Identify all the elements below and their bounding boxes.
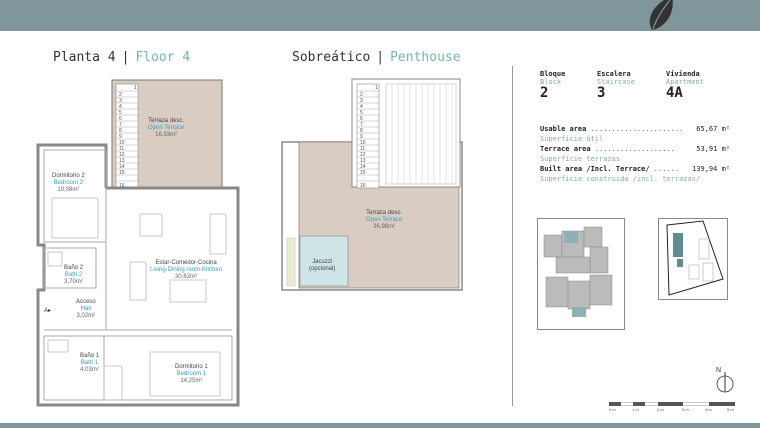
- scale-label-1: 1 m: [632, 407, 639, 412]
- block-info: Bloque Block 2: [540, 70, 566, 101]
- room-terrace-penthouse: Terraza desc. Open Terrace 36,98m²: [366, 210, 403, 230]
- room-hall: Acceso Hall 3,02m²: [76, 299, 96, 319]
- scale-bar: [609, 402, 735, 406]
- scale-label-2: 2 m: [657, 407, 664, 412]
- scale-label-4: 4 m: [705, 407, 712, 412]
- room-bedroom2: Dormitorio 2 Bedroom 2 10,08m²: [52, 173, 85, 193]
- building-key-plan: [537, 218, 625, 330]
- built-area-sub: Superficie construida /incl. terrazas/: [540, 175, 701, 183]
- usable-area-row: Usable area ...................... 65,67 …: [540, 125, 730, 133]
- built-area-row: Built area /Incl. Terrace/ ...... 139,94 …: [540, 165, 730, 173]
- room-terrace-floor4: Terraza desc. Open Terrace 16,93m²: [148, 118, 185, 138]
- staircase-info: Escalera Staircase 3: [597, 70, 635, 101]
- room-bath2: Baño 2 Bath 2 3,70m²: [64, 265, 84, 285]
- terrace-area-row: Terrace area ................... 53,91 m²: [540, 145, 730, 153]
- panel-divider: [512, 66, 513, 406]
- north-label: N: [716, 367, 722, 374]
- scale-label-5: 5 m: [727, 407, 734, 412]
- scale-label-3: 3 m: [682, 407, 689, 412]
- scale-label-0: 0 m: [609, 407, 616, 412]
- room-jacuzzi: Jacuzzi (opcional): [309, 259, 336, 272]
- entrance-marker: A▸: [44, 308, 52, 314]
- site-plan: [658, 218, 728, 300]
- room-bath1: Baño 1 Bath 1 4,03m²: [80, 353, 100, 373]
- usable-area-sub: Superficie útil: [540, 135, 604, 143]
- terrace-area-sub: Superficie terrazas: [540, 155, 621, 163]
- apartment-info: Vivienda Apartment 4A: [666, 70, 704, 101]
- footer-bar: [0, 423, 760, 428]
- room-bedroom1: Dormitorio 1 Bedroom 1 14,25m²: [175, 364, 208, 384]
- room-living: Estar-Comedor-Cocina Living-Dining room-K…: [150, 260, 223, 280]
